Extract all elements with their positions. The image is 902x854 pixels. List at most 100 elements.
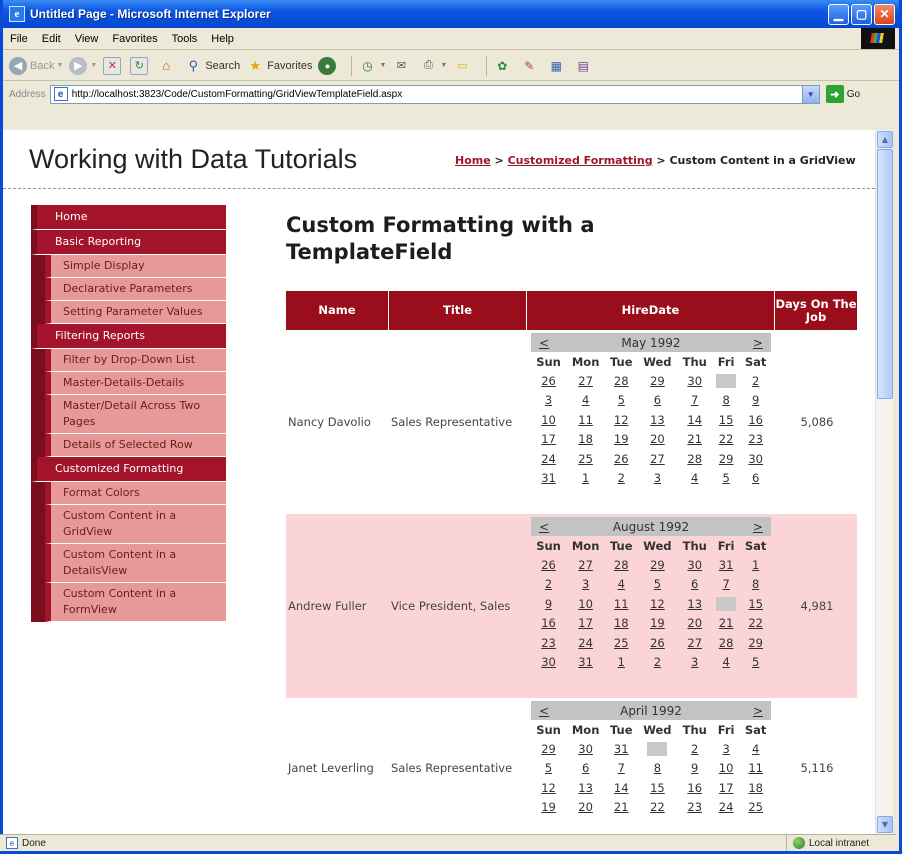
sidebar-subitem-custom-content-in-a-formview[interactable]: Custom Content in a FormView: [45, 583, 226, 622]
calendar-day[interactable]: 23: [740, 430, 771, 450]
calendar-day-link[interactable]: 14: [685, 413, 705, 427]
sidebar-subitem-format-colors[interactable]: Format Colors: [45, 482, 226, 505]
calendar-day-link[interactable]: 25: [576, 452, 596, 466]
calendar-day-link[interactable]: 19: [647, 616, 667, 630]
calendar-day-link[interactable]: 31: [576, 655, 596, 669]
calendar-day-link[interactable]: 15: [746, 597, 766, 611]
calendar-day[interactable]: 5: [712, 469, 740, 489]
calendar-day[interactable]: 11: [605, 594, 637, 614]
calendar-day-link[interactable]: 22: [647, 800, 667, 814]
calendar-prev-month-link[interactable]: <: [539, 704, 549, 718]
calendar-day[interactable]: 29: [740, 633, 771, 653]
calendar-day-link[interactable]: 12: [647, 597, 667, 611]
calendar-day[interactable]: 10: [566, 594, 605, 614]
calendar-day[interactable]: 15: [740, 594, 771, 614]
menu-view[interactable]: View: [68, 33, 106, 45]
sidebar-subitem-master-detail-across-two-pages[interactable]: Master/Detail Across Two Pages: [45, 395, 226, 434]
calendar-day-link[interactable]: 2: [611, 471, 631, 485]
calendar-day[interactable]: 25: [740, 798, 771, 818]
calendar-day-link[interactable]: 13: [685, 597, 705, 611]
calendar-day-link[interactable]: 27: [647, 452, 667, 466]
calendar-day-link[interactable]: 25: [746, 800, 766, 814]
calendar-day[interactable]: 29: [712, 449, 740, 469]
history-button[interactable]: ◷ ▼: [358, 57, 386, 75]
calendar-day-link[interactable]: 16: [685, 781, 705, 795]
calendar-day-link[interactable]: 3: [539, 393, 559, 407]
calendar-day-link[interactable]: 4: [611, 577, 631, 591]
extra-button[interactable]: ▤: [574, 57, 595, 75]
calendar-day-link[interactable]: 3: [685, 655, 705, 669]
calendar-day-link[interactable]: 1: [647, 741, 668, 756]
calendar-day[interactable]: 5: [637, 575, 677, 595]
calendar-day[interactable]: 24: [531, 449, 566, 469]
calendar-day-link[interactable]: 20: [576, 800, 596, 814]
calendar-day-link[interactable]: 28: [611, 558, 631, 572]
calendar-day[interactable]: 21: [712, 614, 740, 634]
calendar-day-link[interactable]: 28: [716, 636, 736, 650]
calendar-day-link[interactable]: 17: [539, 432, 559, 446]
sidebar-subitem-details-of-selected-row[interactable]: Details of Selected Row: [45, 434, 226, 457]
calendar-day[interactable]: 30: [566, 739, 605, 759]
calendar-day-link[interactable]: 1: [716, 373, 737, 388]
calendar-day-link[interactable]: 5: [716, 471, 736, 485]
sidebar-subitem-filter-by-drop-down-list[interactable]: Filter by Drop-Down List: [45, 349, 226, 372]
calendar-day[interactable]: 8: [712, 391, 740, 411]
calendar-day-link[interactable]: 11: [611, 597, 631, 611]
calendar-day-link[interactable]: 6: [647, 393, 667, 407]
calendar-day[interactable]: 9: [531, 594, 566, 614]
calendar-next-month-link[interactable]: >: [753, 520, 763, 534]
calendar-day[interactable]: 31: [531, 469, 566, 489]
calendar-day-link[interactable]: 7: [685, 393, 705, 407]
calendar-day-link[interactable]: 3: [576, 577, 596, 591]
calendar-day-link[interactable]: 9: [746, 393, 766, 407]
calendar-day-link[interactable]: 4: [685, 471, 705, 485]
favorites-button[interactable]: ★ Favorites: [246, 57, 312, 75]
calendar-day[interactable]: 4: [566, 391, 605, 411]
edit-button[interactable]: ▭: [453, 57, 474, 75]
calendar-day-link[interactable]: 30: [539, 655, 559, 669]
calendar-day[interactable]: 1: [712, 371, 740, 391]
calendar-day-link[interactable]: 1: [746, 558, 766, 572]
calendar-day-link[interactable]: 21: [611, 800, 631, 814]
calendar-day-link[interactable]: 26: [539, 374, 559, 388]
calendar-day-link[interactable]: 15: [716, 413, 736, 427]
calendar-day[interactable]: 27: [566, 371, 605, 391]
calendar-day-link[interactable]: 20: [685, 616, 705, 630]
breadcrumb-section-link[interactable]: Customized Formatting: [508, 154, 653, 167]
calendar-day[interactable]: 26: [637, 633, 677, 653]
calendar-day-link[interactable]: 16: [539, 616, 559, 630]
calendar-day-link[interactable]: 26: [647, 636, 667, 650]
calendar-day[interactable]: 6: [740, 469, 771, 489]
calendar-day[interactable]: 6: [566, 759, 605, 779]
calendar-day[interactable]: 31: [712, 555, 740, 575]
calendar-day-link[interactable]: 4: [746, 742, 766, 756]
go-label[interactable]: Go: [847, 89, 860, 100]
calendar-day[interactable]: 23: [678, 798, 712, 818]
calendar-day[interactable]: 28: [678, 449, 712, 469]
calendar-day-link[interactable]: 24: [539, 452, 559, 466]
calendar-day[interactable]: 6: [637, 391, 677, 411]
calendar-day-link[interactable]: 18: [746, 781, 766, 795]
calendar-day[interactable]: 17: [531, 430, 566, 450]
close-button[interactable]: ✕: [874, 3, 895, 25]
calendar-day-link[interactable]: 2: [746, 374, 766, 388]
calendar-day[interactable]: 15: [712, 410, 740, 430]
stop-button[interactable]: ✕: [103, 56, 124, 75]
calendar-day[interactable]: 1: [605, 653, 637, 673]
calendar-day[interactable]: 12: [637, 594, 677, 614]
calendar-day-link[interactable]: 23: [746, 432, 766, 446]
calendar-day[interactable]: 22: [637, 798, 677, 818]
calendar-day-link[interactable]: 17: [716, 781, 736, 795]
sidebar-item-basic-reporting[interactable]: Basic Reporting: [31, 230, 226, 255]
calendar-day-link[interactable]: 4: [576, 393, 596, 407]
calendar-day[interactable]: 21: [678, 430, 712, 450]
calendar-day[interactable]: 26: [531, 555, 566, 575]
calendar-day[interactable]: 1: [566, 469, 605, 489]
calendar-day-link[interactable]: 18: [576, 432, 596, 446]
calendar-day[interactable]: 20: [678, 614, 712, 634]
calendar-day-link[interactable]: 20: [647, 432, 667, 446]
calendar-day-link[interactable]: 27: [576, 558, 596, 572]
scroll-down-button[interactable]: ▼: [877, 816, 893, 833]
calendar-day[interactable]: 29: [637, 371, 677, 391]
calendar-day[interactable]: 18: [605, 614, 637, 634]
